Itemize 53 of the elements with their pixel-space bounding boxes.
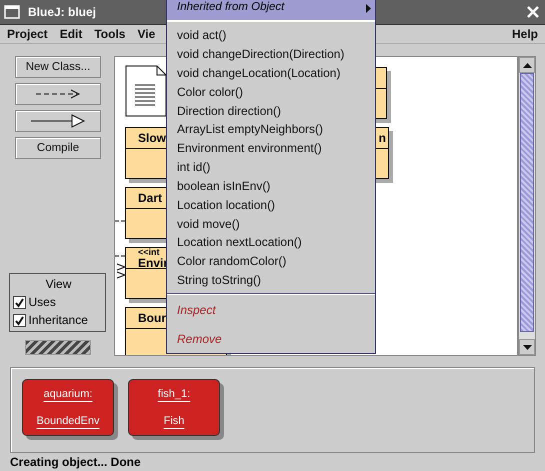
submenu-item[interactable]: Inherited from Object [167, 0, 375, 22]
menu-item[interactable]: void changeLocation(Location) [167, 64, 375, 82]
menu-item[interactable]: void move() [167, 214, 375, 233]
submenu-arrow-icon [366, 4, 371, 13]
class-name: Envir [138, 256, 168, 268]
menu-item[interactable]: int id() [167, 158, 375, 176]
class-stereotype: <<int [138, 248, 160, 256]
menu-item[interactable]: Location location() [167, 195, 375, 214]
menu-item[interactable]: Location nextLocation() [167, 232, 375, 252]
close-icon[interactable] [525, 4, 541, 20]
scroll-up-icon[interactable] [522, 62, 532, 68]
checkbox[interactable] [12, 314, 26, 326]
menu-item[interactable]: Tools [94, 27, 126, 41]
tool-button[interactable]: Compile [15, 137, 101, 159]
class-name: Dart [138, 192, 162, 204]
class-name: Slow [138, 132, 166, 144]
menu-item[interactable]: Remove [167, 324, 375, 353]
checkbox-label: Uses [28, 295, 56, 309]
view-title: View [44, 277, 72, 291]
menu-item[interactable]: boolean isInEnv() [167, 176, 375, 196]
object-type: Fish [164, 415, 184, 428]
menu-item[interactable]: Color randomColor() [167, 252, 375, 271]
checkbox[interactable] [12, 296, 26, 308]
menu-item[interactable]: Color color() [167, 82, 375, 102]
checkbox-label: Inheritance [28, 313, 88, 327]
status-text: Creating object... Done [9, 454, 142, 471]
menu-item[interactable]: Edit [60, 27, 82, 41]
menu-item[interactable]: ArrayList emptyNeighbors() [167, 120, 375, 139]
menu-item[interactable]: void changeDirection(Direction) [167, 44, 375, 64]
inheritance-arrow-icon [30, 114, 86, 128]
dashed-arrow-icon [35, 89, 81, 99]
scroll-down-icon[interactable] [522, 344, 532, 350]
document-icon[interactable] [125, 65, 167, 117]
menu-item[interactable]: Direction direction() [167, 101, 375, 120]
scrollbar[interactable] [518, 56, 536, 356]
tool-button[interactable]: New Class... [15, 56, 101, 78]
menu-item[interactable]: Inspect [167, 295, 375, 324]
inheritance-arrow-button[interactable] [15, 110, 101, 132]
progress-indicator [25, 340, 91, 355]
window-icon[interactable] [4, 5, 20, 19]
menu-item[interactable]: Environment environment() [167, 138, 375, 158]
window-title: BlueJ: bluej [28, 5, 96, 19]
object-type: BoundedEnv [36, 415, 100, 428]
menu-item[interactable]: Help [512, 27, 538, 41]
menu-item[interactable]: String toString() [167, 270, 375, 290]
class-name: n [378, 132, 386, 144]
menu-item[interactable]: Project [7, 27, 48, 41]
class-name: Bour [138, 312, 166, 324]
uses-arrow-button[interactable] [15, 83, 101, 105]
object-name: fish_1: [158, 388, 190, 400]
menu-item[interactable]: Vie [137, 27, 156, 41]
object-name: aquarium: [44, 388, 92, 400]
menu-item[interactable]: void act() [167, 26, 375, 45]
